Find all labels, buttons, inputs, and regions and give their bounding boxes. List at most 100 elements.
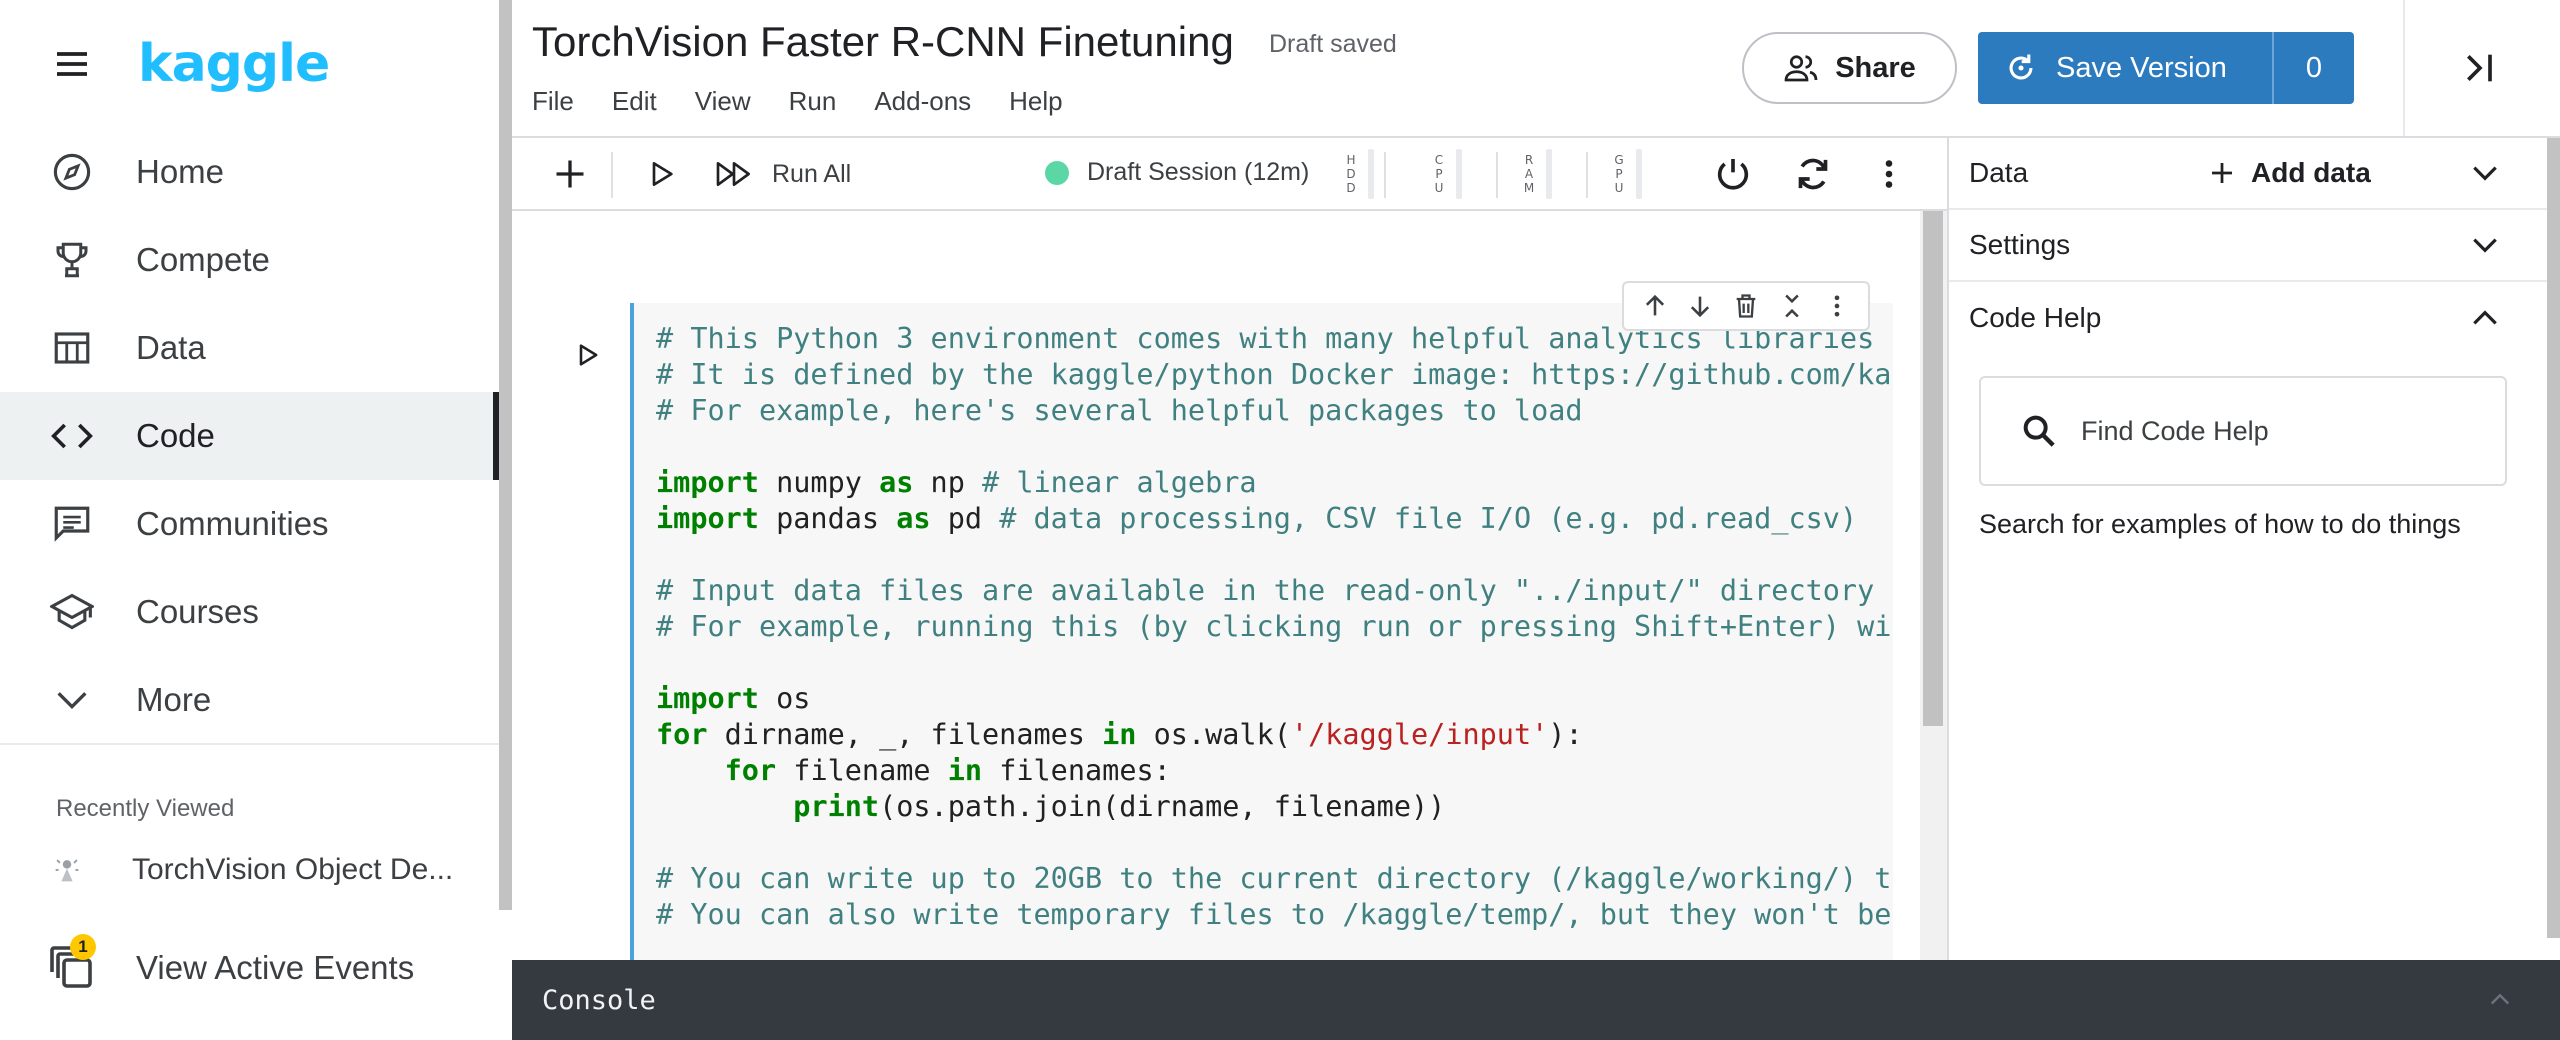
console-bar[interactable]: Console: [512, 960, 2560, 1040]
run-all-label[interactable]: Run All: [772, 160, 851, 189]
add-cell-button[interactable]: [544, 148, 596, 200]
view-active-events-link[interactable]: 1 View Active Events: [48, 934, 488, 996]
move-down-icon[interactable]: [1682, 288, 1718, 324]
sidebar-scrollbar[interactable]: [499, 0, 512, 910]
add-data-button[interactable]: Add data: [2207, 157, 2371, 189]
code-line[interactable]: print(os.path.join(dirname, filename)): [656, 789, 1893, 825]
save-version-button[interactable]: Save Version 0: [1978, 32, 2354, 104]
sidebar-item-courses[interactable]: Courses: [0, 568, 499, 656]
code-line[interactable]: [656, 429, 1893, 465]
meter-letter: R: [1524, 153, 1534, 167]
code-token: os: [758, 682, 811, 715]
data-section-header[interactable]: Data Add data: [1949, 138, 2547, 210]
collapse-panel-button[interactable]: [2452, 40, 2508, 96]
cell-run-button[interactable]: [562, 329, 614, 381]
menu-bar: File Edit View Run Add-ons Help: [532, 86, 1101, 117]
delete-icon[interactable]: [1728, 288, 1764, 324]
menu-add-ons[interactable]: Add-ons: [874, 86, 971, 117]
cell-more-icon[interactable]: [1819, 288, 1855, 324]
find-code-help-input[interactable]: Find Code Help: [1979, 376, 2507, 486]
menu-edit[interactable]: Edit: [612, 86, 657, 117]
collapse-cell-icon[interactable]: [1774, 288, 1810, 324]
share-button[interactable]: Share: [1742, 32, 1957, 104]
code-token: # For example, running this (by clicking…: [656, 610, 1893, 643]
code-line[interactable]: [656, 537, 1893, 573]
toolbar-divider: [1384, 152, 1386, 198]
code-line[interactable]: for filename in filenames:: [656, 753, 1893, 789]
code-cell[interactable]: # This Python 3 environment comes with m…: [630, 303, 1893, 960]
sidebar-item-compete[interactable]: Compete: [0, 216, 499, 304]
code-line[interactable]: import pandas as pd # data processing, C…: [656, 501, 1893, 537]
code-editor[interactable]: # This Python 3 environment comes with m…: [656, 321, 1893, 933]
code-line[interactable]: import os: [656, 681, 1893, 717]
sidebar-item-home[interactable]: Home: [0, 128, 499, 216]
sidebar-item-data[interactable]: Data: [0, 304, 499, 392]
code-line[interactable]: [656, 645, 1893, 681]
code-line[interactable]: # For example, here's several helpful pa…: [656, 393, 1893, 429]
code-token: for: [656, 718, 708, 751]
meter-letter: G: [1614, 153, 1624, 167]
code-token: np: [913, 466, 983, 499]
code-token: (os.path.join(dirname, filename)): [879, 790, 1446, 823]
run-cell-button[interactable]: [636, 148, 688, 200]
code-line[interactable]: # For example, running this (by clicking…: [656, 609, 1893, 645]
console-label: Console: [542, 984, 656, 1016]
code-token: as: [879, 466, 914, 499]
comments-icon: [48, 500, 96, 548]
menu-help[interactable]: Help: [1009, 86, 1062, 117]
find-code-help-placeholder: Find Code Help: [2081, 415, 2269, 446]
code-line[interactable]: # You can write up to 20GB to the curren…: [656, 861, 1893, 897]
hdd-meter[interactable]: HDD: [1344, 146, 1374, 202]
hamburger-menu-icon[interactable]: [48, 40, 96, 88]
menu-file[interactable]: File: [532, 86, 574, 117]
sidebar-item-communities[interactable]: Communities: [0, 480, 499, 568]
menu-view[interactable]: View: [695, 86, 751, 117]
sidebar-item-more[interactable]: More: [0, 656, 499, 744]
save-version-main[interactable]: Save Version: [1978, 32, 2272, 104]
meter-bar: [1546, 149, 1552, 199]
toolbar-divider: [1496, 152, 1498, 198]
code-line[interactable]: # It is defined by the kaggle/python Doc…: [656, 357, 1893, 393]
code-icon: [48, 412, 96, 460]
move-up-icon[interactable]: [1637, 288, 1673, 324]
menu-run[interactable]: Run: [789, 86, 837, 117]
chevron-up-icon[interactable]: [2465, 298, 2505, 338]
code-help-section-header[interactable]: Code Help: [1949, 282, 2547, 354]
gpu-meter[interactable]: GPU: [1612, 146, 1642, 202]
code-line[interactable]: for dirname, _, filenames in os.walk('/k…: [656, 717, 1893, 753]
power-button[interactable]: [1705, 148, 1761, 200]
code-help-description: Search for examples of how to do things: [1979, 509, 2461, 539]
editor-scrollbar-thumb[interactable]: [1923, 211, 1943, 726]
kaggle-logo[interactable]: kaggle: [138, 34, 330, 94]
sidebar-item-label: More: [136, 681, 212, 718]
right-panel-scrollbar[interactable]: [2547, 138, 2560, 938]
chevron-up-icon[interactable]: [2482, 982, 2518, 1018]
sidebar-item-label: Courses: [136, 593, 259, 630]
settings-section-header[interactable]: Settings: [1949, 210, 2547, 282]
save-refresh-icon: [2004, 51, 2038, 85]
header-divider: [2403, 0, 2405, 136]
code-token: # You can also write temporary files to …: [656, 898, 1893, 931]
chevron-down-icon[interactable]: [2465, 225, 2505, 265]
chevron-down-icon[interactable]: [2465, 153, 2505, 193]
meter-letter: P: [1615, 167, 1623, 181]
events-count-badge: 1: [70, 934, 96, 960]
restart-session-button[interactable]: [1785, 148, 1841, 200]
ram-meter[interactable]: RAM: [1522, 146, 1552, 202]
code-line[interactable]: # Input data files are available in the …: [656, 573, 1893, 609]
sidebar-item-code[interactable]: Code: [0, 392, 499, 480]
code-line[interactable]: import numpy as np # linear algebra: [656, 465, 1893, 501]
cpu-meter[interactable]: CPU: [1432, 146, 1462, 202]
session-status[interactable]: Draft Session (12m): [1045, 158, 1309, 187]
save-version-label: Save Version: [2056, 51, 2227, 84]
recent-item[interactable]: TorchVision Object De...: [50, 845, 453, 895]
code-line[interactable]: # You can also write temporary files to …: [656, 897, 1893, 933]
code-token: # Input data files are available in the …: [656, 574, 1875, 607]
notebook-title[interactable]: TorchVision Faster R-CNN Finetuning: [532, 18, 1234, 66]
run-all-button[interactable]: [704, 148, 764, 200]
trophy-icon: [48, 236, 96, 284]
version-count[interactable]: 0: [2274, 52, 2354, 85]
code-line[interactable]: [656, 825, 1893, 861]
more-options-button[interactable]: [1863, 148, 1915, 200]
